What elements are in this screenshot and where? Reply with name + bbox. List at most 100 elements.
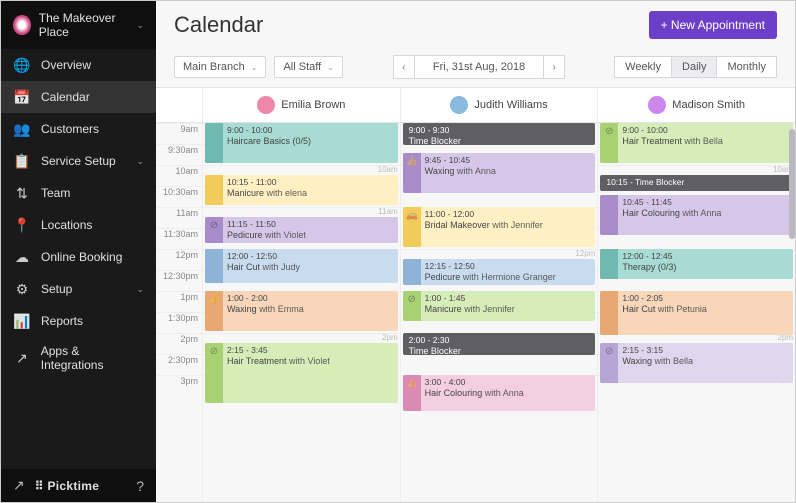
- chevron-down-icon: ⌄: [136, 156, 144, 167]
- event-time: 10:45 - 11:45: [622, 198, 789, 208]
- appointment-event[interactable]: 10:15 - 11:00Manicure with elena: [205, 175, 398, 205]
- avatar: [648, 96, 666, 114]
- event-status-icon: [600, 291, 618, 335]
- appointment-event[interactable]: 1:00 - 2:05Hair Cut with Petunia: [600, 291, 793, 335]
- time-label: 1:30pm: [156, 312, 202, 333]
- date-display[interactable]: Fri, 31st Aug, 2018: [415, 55, 543, 79]
- sidebar-item-reports[interactable]: 📊Reports: [1, 305, 156, 337]
- event-time: 11:00 - 12:00: [425, 210, 592, 220]
- sidebar-item-team[interactable]: ⇅Team: [1, 177, 156, 209]
- appointment-event[interactable]: 12:00 - 12:45Therapy (0/3): [600, 249, 793, 279]
- customers-icon: 👥: [13, 120, 31, 138]
- appointment-event[interactable]: 9:00 - 9:30Time Blocker: [403, 123, 596, 145]
- event-title: Time Blocker: [409, 346, 592, 355]
- view-daily-button[interactable]: Daily: [671, 56, 717, 78]
- view-weekly-button[interactable]: Weekly: [614, 56, 672, 78]
- sidebar-item-overview[interactable]: 🌐Overview: [1, 49, 156, 81]
- event-title: Hair Cut with Judy: [227, 262, 394, 272]
- time-label: 11:30am: [156, 228, 202, 249]
- scrollbar-thumb[interactable]: [789, 129, 795, 239]
- help-icon[interactable]: ?: [136, 478, 144, 494]
- online-booking-icon: ☁: [13, 248, 31, 266]
- time-label: 2pm: [156, 333, 202, 354]
- appointment-event[interactable]: ⊘11:15 - 11:50Pedicure with Violet: [205, 217, 398, 243]
- sidebar-item-label: Locations: [41, 218, 92, 232]
- event-time: 10:15 - Time Blocker: [606, 178, 789, 188]
- event-status-icon: [205, 123, 223, 163]
- picktime-logo: ⠿ Picktime: [35, 479, 100, 493]
- hour-tag: 2pm: [382, 333, 398, 342]
- event-time: 3:00 - 4:00: [425, 378, 592, 388]
- event-time: 11:15 - 11:50: [227, 220, 394, 230]
- sidebar-item-calendar[interactable]: 📅Calendar: [1, 81, 156, 113]
- appointment-event[interactable]: 👍1:00 - 2:00Waxing with Emma: [205, 291, 398, 331]
- view-monthly-button[interactable]: Monthly: [716, 56, 777, 78]
- event-time: 10:15 - 11:00: [227, 178, 394, 188]
- sidebar-item-setup[interactable]: ⚙Setup⌄: [1, 273, 156, 305]
- time-label: 10:30am: [156, 186, 202, 207]
- event-title: Manicure with elena: [227, 188, 394, 198]
- time-label: 9am: [156, 123, 202, 144]
- appointment-event[interactable]: ⊘1:00 - 1:45Manicure with Jennifer: [403, 291, 596, 321]
- event-title: Waxing with Anna: [425, 166, 592, 176]
- staff-dropdown[interactable]: All Staff⌄: [274, 56, 342, 78]
- appointment-event[interactable]: 9:00 - 10:00Haircare Basics (0/5): [205, 123, 398, 163]
- appointment-event[interactable]: ⊘ 2:15 - 3:15Waxing with Bella: [600, 343, 793, 383]
- sidebar-item-online-booking[interactable]: ☁ Online Booking: [1, 241, 156, 273]
- event-time: 9:00 - 10:00: [227, 126, 394, 136]
- event-status-icon: [600, 249, 618, 279]
- event-title: Hair Treatment with Bella: [622, 136, 789, 146]
- time-label: 2:30pm: [156, 354, 202, 375]
- appointment-event[interactable]: 10:45 - 11:45Hair Colouring with Anna: [600, 195, 793, 235]
- event-time: 1:00 - 1:45: [425, 294, 592, 304]
- staff-header: Madison Smith: [597, 88, 795, 122]
- branch-dropdown[interactable]: Main Branch⌄: [174, 56, 266, 78]
- event-status-icon: ⊘: [205, 217, 223, 243]
- hour-tag: 12pm: [575, 249, 595, 258]
- sidebar-item-label: Calendar: [41, 90, 90, 104]
- event-time: 12:00 - 12:45: [622, 252, 789, 262]
- appointment-event[interactable]: ⊘9:00 - 10:00Hair Treatment with Bella: [600, 123, 793, 163]
- apps-integrations-icon: ↗: [13, 349, 31, 367]
- event-status-icon: ⊘: [600, 343, 618, 383]
- sidebar-item-customers[interactable]: 👥 Customers: [1, 113, 156, 145]
- event-title: Hair Colouring with Anna: [622, 208, 789, 218]
- event-status-icon: ⊘: [205, 343, 223, 403]
- appointment-event[interactable]: ⊘2:15 - 3:45Hair Treatment with Violet: [205, 343, 398, 403]
- event-status-icon: ⊘: [600, 123, 618, 163]
- brand-selector[interactable]: The Makeover Place ⌄: [1, 1, 156, 49]
- event-title: Therapy (0/3): [622, 262, 789, 272]
- appointment-event[interactable]: 👍9:45 - 10:45Waxing with Anna: [403, 153, 596, 193]
- event-title: Waxing with Emma: [227, 304, 394, 314]
- sidebar-item-apps-integrations[interactable]: ↗Apps & Integrations: [1, 337, 156, 379]
- sidebar-item-label: Team: [41, 186, 70, 200]
- sidebar-item-service-setup[interactable]: 📋Service Setup⌄: [1, 145, 156, 177]
- reports-icon: 📊: [13, 312, 31, 330]
- sidebar-item-label: Customers: [41, 122, 99, 136]
- appointment-event[interactable]: 10:15 - Time Blocker: [600, 175, 793, 191]
- new-appointment-button[interactable]: + New Appointment: [649, 11, 777, 39]
- appointment-event[interactable]: 👍3:00 - 4:00Hair Colouring with Anna: [403, 375, 596, 411]
- appointment-event[interactable]: 2:00 - 2:30Time Blocker: [403, 333, 596, 355]
- appointment-event[interactable]: 12:15 - 12:50Pedicure with Hermione Gran…: [403, 259, 596, 285]
- time-label: 12pm: [156, 249, 202, 270]
- event-time: 1:00 - 2:05: [622, 294, 789, 304]
- event-time: 2:15 - 3:15: [622, 346, 789, 356]
- event-title: Waxing with Bella: [622, 356, 789, 366]
- event-title: Hair Cut with Petunia: [622, 304, 789, 314]
- event-status-icon: 👍: [205, 291, 223, 331]
- chevron-down-icon: ⌄: [136, 284, 144, 295]
- prev-day-button[interactable]: ‹: [393, 55, 415, 79]
- chevron-down-icon: ⌄: [136, 20, 144, 31]
- expand-icon[interactable]: ↗: [13, 477, 25, 494]
- sidebar-item-label: Online Booking: [41, 250, 122, 264]
- sidebar-item-locations[interactable]: 📍Locations: [1, 209, 156, 241]
- hour-tag: 10am: [378, 165, 398, 174]
- page-title: Calendar: [174, 12, 263, 38]
- appointment-event[interactable]: 🚗11:00 - 12:00Bridal Makeover with Jenni…: [403, 207, 596, 247]
- event-status-icon: [205, 175, 223, 205]
- event-status-icon: 🚗: [403, 207, 421, 247]
- next-day-button[interactable]: ›: [543, 55, 565, 79]
- appointment-event[interactable]: 12:00 - 12:50Hair Cut with Judy: [205, 249, 398, 283]
- chevron-down-icon: ⌄: [327, 63, 334, 72]
